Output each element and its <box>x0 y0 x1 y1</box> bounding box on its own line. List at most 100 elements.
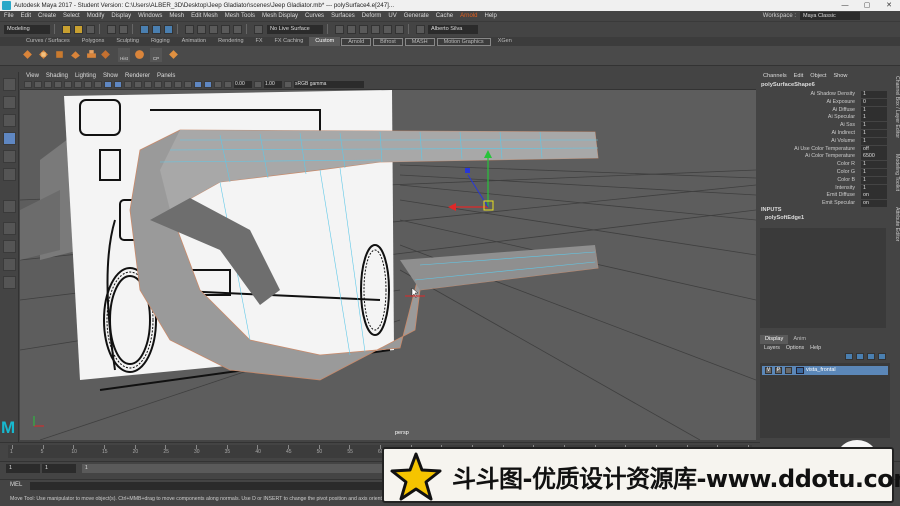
help-menu[interactable]: Help <box>810 345 821 351</box>
attribute-row[interactable]: Ai Volume 1 <box>757 137 890 146</box>
scale-tool-icon[interactable] <box>3 168 16 181</box>
start-time-field[interactable]: 1 <box>6 464 40 473</box>
history-shelf-button[interactable]: Hist <box>118 48 130 62</box>
attribute-value[interactable]: off <box>861 145 887 153</box>
new-scene-icon[interactable] <box>62 24 71 34</box>
attribute-value[interactable]: 0 <box>861 98 887 106</box>
close-button[interactable]: ✕ <box>878 0 900 11</box>
select-object-icon[interactable] <box>152 24 161 34</box>
snap-curve-icon[interactable] <box>197 24 206 34</box>
channel-box-menu-show[interactable]: Show <box>833 73 847 79</box>
bevel-icon[interactable] <box>70 49 81 60</box>
shelf-tab-custom[interactable]: Custom <box>309 37 341 46</box>
attribute-row[interactable]: Ai Specular 1 <box>757 114 890 122</box>
menu-file[interactable]: File <box>4 13 14 19</box>
resolution-gate-icon[interactable] <box>84 81 92 88</box>
hypershade-icon[interactable] <box>383 24 392 34</box>
view-transform-dropdown[interactable]: sRGB gamma <box>294 81 364 88</box>
maximize-button[interactable]: ▢ <box>856 0 878 11</box>
poly-cube-icon[interactable] <box>22 49 33 60</box>
isolate-select-icon[interactable] <box>194 81 202 88</box>
tab-display[interactable]: Display <box>760 335 789 344</box>
menu-uv[interactable]: UV <box>388 13 396 19</box>
mirror-icon[interactable] <box>168 49 179 60</box>
bookmark-icon[interactable] <box>44 81 52 88</box>
menu-cache[interactable]: Cache <box>436 13 453 19</box>
open-scene-icon[interactable] <box>74 24 83 34</box>
xray-joints-icon[interactable] <box>214 81 222 88</box>
menu-select[interactable]: Select <box>63 13 80 19</box>
attribute-value[interactable]: on <box>861 200 887 208</box>
channel-box-menu-edit[interactable]: Edit <box>794 73 804 79</box>
menu-deform[interactable]: Deform <box>362 13 382 19</box>
wireframe-on-shaded-icon[interactable] <box>124 81 132 88</box>
viewport-menu-panels[interactable]: Panels <box>157 73 175 79</box>
attribute-row[interactable]: Ai Use Color Temperature off <box>757 145 890 154</box>
attribute-value[interactable]: 1 <box>861 137 887 145</box>
smooth-shade-icon[interactable] <box>114 81 122 88</box>
viewport-menu-show[interactable]: Show <box>103 73 118 79</box>
layer-playback-toggle[interactable]: P <box>775 367 782 374</box>
menu-mesh[interactable]: Mesh <box>169 13 184 19</box>
shelf-tab-rendering[interactable]: Rendering <box>212 37 249 46</box>
textured-icon[interactable] <box>134 81 142 88</box>
xray-icon[interactable] <box>204 81 212 88</box>
single-perspective-layout-icon[interactable] <box>3 222 16 235</box>
attribute-value[interactable]: 1 <box>861 169 887 176</box>
input-ops-icon[interactable] <box>335 24 344 34</box>
attribute-value[interactable]: 1 <box>861 176 887 184</box>
combine-icon[interactable] <box>38 49 49 60</box>
move-tool-icon[interactable] <box>3 132 16 145</box>
attribute-value[interactable]: 1 <box>861 130 887 137</box>
ambient-occlusion-icon[interactable] <box>164 81 172 88</box>
shelf-tab-xgen[interactable]: XGen <box>492 37 518 46</box>
camera-select-icon[interactable] <box>24 81 32 88</box>
viewport-menu-renderer[interactable]: Renderer <box>125 73 150 79</box>
gate-mask-icon[interactable] <box>94 81 102 88</box>
exposure-icon[interactable] <box>224 81 232 88</box>
attribute-value[interactable]: 6500 <box>861 153 887 161</box>
last-tool-icon[interactable] <box>3 200 16 213</box>
menu-edit[interactable]: Edit <box>21 13 31 19</box>
menu-help[interactable]: Help <box>484 13 496 19</box>
freeze-icon[interactable] <box>134 49 145 60</box>
shelf-tab-mash[interactable]: MASH <box>404 37 435 46</box>
move-layer-down-icon[interactable] <box>856 353 864 360</box>
attribute-row[interactable]: Intensity 1 <box>757 184 890 193</box>
viewport-menu-lighting[interactable]: Lighting <box>75 73 96 79</box>
menu-curves[interactable]: Curves <box>305 13 324 19</box>
ipr-icon[interactable] <box>359 24 368 34</box>
lasso-tool-icon[interactable] <box>3 96 16 109</box>
attribute-row[interactable]: Color G 1 <box>757 169 890 177</box>
viewport-menu-view[interactable]: View <box>26 73 39 79</box>
attribute-row[interactable]: Ai Sss 1 <box>757 122 890 130</box>
center-pivot-shelf-button[interactable]: CP <box>150 48 162 62</box>
select-hierarchy-icon[interactable] <box>140 24 149 34</box>
attribute-row[interactable]: Color B 1 <box>757 176 890 185</box>
attribute-row[interactable]: Ai Diffuse 1 <box>757 106 890 115</box>
shelf-tab-rigging[interactable]: Rigging <box>145 37 176 46</box>
paint-select-icon[interactable] <box>3 114 16 127</box>
shadows-icon[interactable] <box>154 81 162 88</box>
menu-generate[interactable]: Generate <box>404 13 429 19</box>
outliner-layout-icon[interactable] <box>3 276 16 289</box>
attribute-row[interactable]: Color R 1 <box>757 161 890 169</box>
extract-icon[interactable] <box>54 49 65 60</box>
render-settings-icon[interactable] <box>371 24 380 34</box>
input-node-name[interactable]: polySoftEdge1 <box>765 215 804 221</box>
mel-input[interactable] <box>30 482 390 490</box>
shelf-tab-fx[interactable]: FX <box>250 37 269 46</box>
shelf-tab-polygons[interactable]: Polygons <box>76 37 111 46</box>
snap-surface-icon[interactable] <box>233 24 242 34</box>
menu-mesh-tools[interactable]: Mesh Tools <box>225 13 255 19</box>
wireframe-icon[interactable] <box>104 81 112 88</box>
minimize-button[interactable]: — <box>834 0 856 11</box>
attribute-row[interactable]: Ai Exposure 0 <box>757 98 890 107</box>
menu-windows[interactable]: Windows <box>138 13 162 19</box>
lights-icon[interactable] <box>144 81 152 88</box>
workspace-dropdown[interactable]: Maya Classic <box>800 12 860 20</box>
redo-icon[interactable] <box>119 24 128 34</box>
shelf-tab-fx-caching[interactable]: FX Caching <box>269 37 310 46</box>
move-layer-up-icon[interactable] <box>845 353 853 360</box>
menu-modify[interactable]: Modify <box>87 13 105 19</box>
